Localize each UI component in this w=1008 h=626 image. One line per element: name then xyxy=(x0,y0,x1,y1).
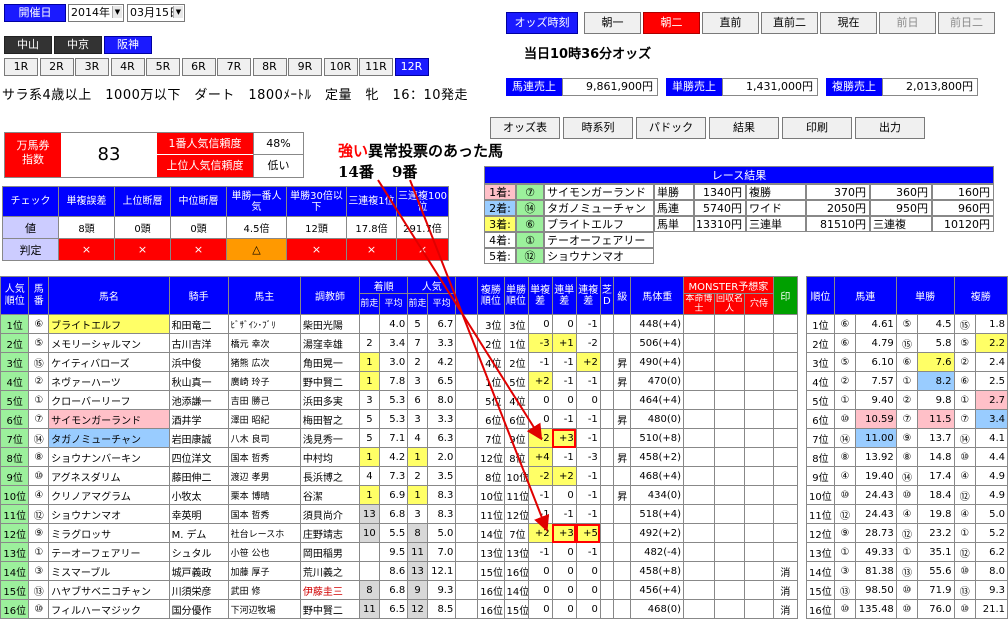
annotation-arrows xyxy=(377,179,550,532)
arrow-horse-14 xyxy=(377,179,543,441)
arrow-horse-9 xyxy=(409,179,550,532)
